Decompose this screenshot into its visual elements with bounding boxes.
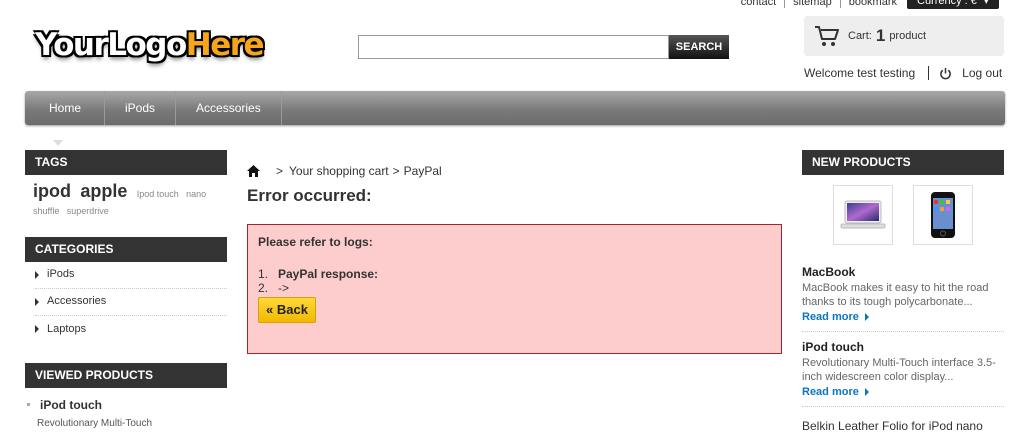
currency-label: Currency : € [917, 0, 977, 7]
nav-item-ipods[interactable]: iPods [105, 91, 177, 125]
viewed-item-desc: Revolutionary Multi-Touch [37, 417, 153, 429]
main-nav: Home iPods Accessories [25, 91, 1005, 146]
product-desc: Revolutionary Multi-Touch interface 3.5-… [802, 357, 996, 383]
product-name[interactable]: iPod touch [802, 340, 1004, 354]
read-more-link[interactable]: Read more [802, 386, 869, 398]
cart-icon [815, 26, 839, 46]
nav-label: iPods [125, 101, 156, 115]
error-number: 2. [258, 281, 269, 295]
error-text: -> [278, 281, 290, 295]
breadcrumb-cart-link[interactable]: Your shopping cart [289, 164, 389, 178]
product-desc: MacBook makes it easy to hit the road th… [802, 282, 989, 308]
left-column: TAGS ipod apple Ipod touch nano shuffle … [25, 150, 227, 429]
category-list: iPods Accessories Laptops [25, 262, 227, 343]
tags-title: TAGS [25, 150, 227, 175]
viewed-item-title[interactable]: iPod touch [40, 398, 102, 412]
search-button[interactable]: SEARCH [669, 35, 729, 59]
category-item-ipods[interactable]: iPods [35, 262, 227, 289]
error-item: 1. PayPal response: [258, 267, 771, 281]
tag-link[interactable]: shuffle [33, 206, 59, 216]
breadcrumb-separator: > [392, 164, 400, 178]
cart-summary[interactable]: Cart: 1 product [804, 16, 1004, 56]
error-item: 2. -> [258, 281, 771, 295]
nav-label: Home [49, 101, 82, 115]
logo-text-part1: YourLogo [35, 27, 187, 63]
read-more-label: Read more [802, 311, 859, 323]
arrow-right-icon [864, 388, 869, 396]
product-name[interactable]: MacBook [802, 265, 1004, 279]
nav-label: Accessories [196, 101, 261, 115]
viewed-item[interactable]: iPod touch Revolutionary Multi-Touch [25, 388, 227, 429]
category-label: Accessories [47, 295, 107, 308]
caret-right-icon [35, 325, 39, 334]
logout-link[interactable]: Log out [962, 66, 1002, 80]
macbook-thumbnail[interactable] [833, 185, 893, 245]
error-number: 1. [258, 267, 269, 281]
right-column: NEW PRODUCTS MacBook MacBook makes it ea… [802, 150, 1004, 433]
tag-link[interactable]: apple [80, 181, 127, 201]
read-more-link[interactable]: Read more [802, 311, 869, 323]
ipod-thumbnail[interactable] [913, 185, 973, 245]
tag-cloud: ipod apple Ipod touch nano shuffle super… [25, 175, 227, 225]
read-more-label: Read more [802, 386, 859, 398]
nav-item-home[interactable]: Home [25, 91, 105, 146]
nav-item-accessories[interactable]: Accessories [176, 91, 282, 125]
product-name[interactable]: Belkin Leather Folio for iPod nano [802, 419, 1004, 433]
search-input[interactable] [358, 35, 669, 59]
product-thumbnails [802, 185, 1004, 245]
category-label: iPods [47, 268, 75, 281]
caret-right-icon [35, 297, 39, 306]
error-box: Please refer to logs: 1. PayPal response:… [247, 224, 782, 354]
laptop-icon [840, 200, 886, 229]
currency-select[interactable]: Currency : € ▾ [907, 0, 999, 9]
home-icon[interactable] [247, 165, 260, 177]
cart-label: Cart: [848, 30, 872, 42]
logo-text-part2: Here [185, 27, 265, 63]
main-content: > Your shopping cart > PayPal Error occu… [247, 160, 783, 354]
error-title: Please refer to logs: [258, 235, 373, 249]
category-item-accessories[interactable]: Accessories [35, 289, 227, 316]
page-title: Error occurred: [247, 186, 372, 205]
ipod-icon [931, 192, 955, 238]
error-list: 1. PayPal response: 2. -> [258, 267, 771, 295]
breadcrumb-current: PayPal [403, 164, 442, 178]
cart-count: 1 [875, 26, 886, 45]
viewed-title: VIEWED PRODUCTS [25, 362, 227, 388]
caret-right-icon [35, 270, 39, 279]
error-text: PayPal response: [278, 267, 379, 281]
arrow-right-icon [864, 313, 869, 321]
categories-title: CATEGORIES [25, 236, 227, 262]
new-products-title: NEW PRODUCTS [802, 150, 1004, 175]
new-product-item: Belkin Leather Folio for iPod nano [802, 419, 1004, 433]
tag-link[interactable]: nano [186, 189, 206, 199]
tag-link[interactable]: superdrive [67, 206, 109, 216]
breadcrumb-separator: > [276, 164, 284, 178]
tag-link[interactable]: Ipod touch [137, 189, 179, 199]
category-item-laptops[interactable]: Laptops [35, 316, 227, 343]
site-logo[interactable]: YourLogoHere [35, 27, 265, 63]
contact-link[interactable]: contact [733, 0, 786, 8]
welcome-text: Welcome test testing [804, 66, 916, 80]
bookmark-link[interactable]: bookmark [841, 0, 905, 8]
chevron-down-icon: ▾ [983, 0, 989, 7]
bullet-icon [27, 403, 30, 407]
sitemap-link[interactable]: sitemap [785, 0, 841, 8]
chevron-down-icon [53, 139, 63, 146]
back-button[interactable]: « Back [258, 297, 316, 323]
top-links: contact sitemap bookmark Currency : € ▾ [733, 0, 999, 9]
new-product-item: iPod touch Revolutionary Multi-Touch int… [802, 340, 1004, 407]
power-icon[interactable] [939, 67, 952, 80]
tag-link[interactable]: ipod [33, 181, 71, 201]
breadcrumb: > Your shopping cart > PayPal [247, 160, 783, 182]
divider [928, 66, 930, 80]
category-label: Laptops [47, 322, 87, 335]
new-product-item: MacBook MacBook makes it easy to hit the… [802, 265, 1004, 332]
cart-unit: product [889, 30, 927, 42]
user-bar: Welcome test testing Log out [804, 66, 1002, 80]
search-bar: SEARCH [358, 35, 729, 59]
